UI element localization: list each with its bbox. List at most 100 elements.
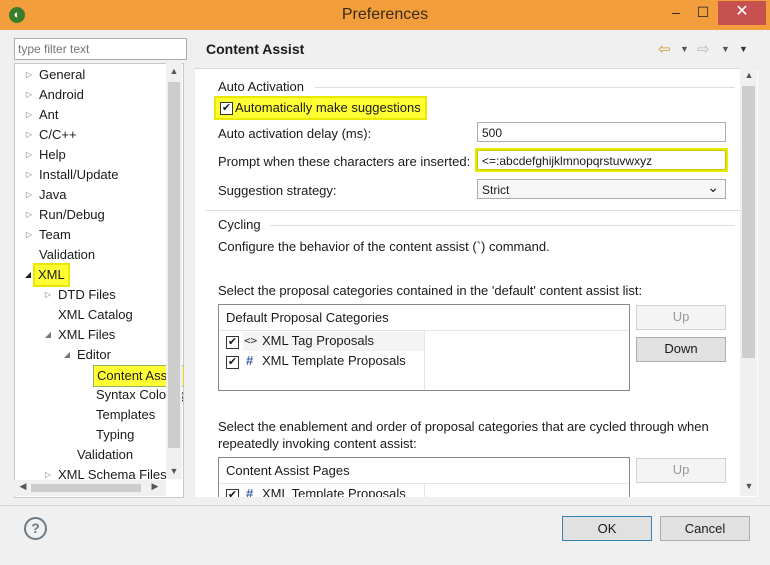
column-divider [424, 483, 425, 497]
list-item[interactable]: XML Template Proposals [262, 353, 406, 368]
collapse-arrow-icon[interactable] [81, 405, 91, 425]
collapse-arrow-icon[interactable] [81, 385, 91, 405]
tree-item-label: Run/Debug [39, 207, 105, 222]
tree-item[interactable]: Validation [15, 445, 167, 465]
tree-item[interactable]: ▷ Run/Debug [15, 205, 167, 225]
view-menu-icon[interactable]: ▼ [739, 44, 748, 54]
tree-item[interactable]: ▷ Ant [15, 105, 167, 125]
collapse-arrow-icon[interactable] [62, 445, 72, 465]
scroll-left-icon[interactable]: ◀ [16, 481, 30, 492]
chevron-down-icon: ⌄ [707, 179, 719, 195]
tree-item[interactable]: Syntax Coloring [15, 385, 183, 405]
column-divider [424, 330, 425, 390]
tree-item[interactable]: ◢ Editor [15, 345, 167, 365]
footer-divider [0, 505, 770, 506]
tree-hscroll-thumb[interactable] [31, 484, 141, 492]
tree-item[interactable]: ▷ DTD Files [15, 285, 167, 305]
tree-item[interactable]: ◢ XML [15, 265, 167, 285]
scroll-down-icon[interactable]: ▼ [742, 481, 756, 491]
page-content: Auto Activation ✔ Automatically make sug… [195, 69, 740, 497]
row-checkbox[interactable]: ✔ [226, 489, 239, 497]
collapse-arrow-icon[interactable] [81, 365, 91, 385]
list-item[interactable]: XML Tag Proposals [262, 333, 374, 348]
auto-suggest-label[interactable]: Automatically make suggestions [235, 100, 421, 115]
tree-item[interactable]: Templates [15, 405, 167, 425]
tree-item[interactable]: ▷ C/C++ [15, 125, 167, 145]
tree-scroll-thumb[interactable] [168, 82, 180, 448]
filter-input[interactable] [14, 38, 187, 60]
collapse-arrow-icon[interactable] [43, 305, 53, 325]
template-icon: # [246, 486, 254, 497]
expand-arrow-icon[interactable]: ▷ [24, 185, 34, 205]
delay-label: Auto activation delay (ms): [218, 126, 372, 141]
tree-item[interactable]: ▷ Team [15, 225, 167, 245]
row-checkbox[interactable]: ✔ [226, 336, 239, 349]
back-icon[interactable]: ⇦ [658, 40, 671, 58]
minimize-button[interactable]: – [663, 1, 689, 25]
group-separator [205, 210, 740, 211]
content-assist-page: Auto Activation ✔ Automatically make sug… [195, 68, 758, 497]
tree-item[interactable]: ◢ XML Files [15, 325, 167, 345]
tree-item[interactable]: XML Catalog [15, 305, 167, 325]
tree-item-label: C/C++ [39, 127, 77, 142]
scroll-down-icon[interactable]: ▼ [167, 466, 181, 476]
list-item[interactable]: XML Template Proposals [262, 486, 406, 497]
expand-arrow-icon[interactable]: ▷ [24, 125, 34, 145]
expand-arrow-icon[interactable]: ▷ [24, 225, 34, 245]
maximize-button[interactable]: ☐ [690, 1, 716, 25]
group-divider [315, 87, 735, 88]
collapse-arrow-icon[interactable]: ◢ [43, 325, 53, 345]
default-list-label: Select the proposal categories contained… [218, 283, 643, 298]
tree-item[interactable]: ▷ Help [15, 145, 167, 165]
expand-arrow-icon[interactable]: ▷ [24, 165, 34, 185]
ok-button[interactable]: OK [562, 516, 652, 541]
tree-item-label: DTD Files [58, 287, 116, 302]
default-categories-list[interactable]: Default Proposal Categories ✔ <> XML Tag… [218, 304, 630, 391]
down-button[interactable]: Down [636, 337, 726, 362]
collapse-arrow-icon[interactable] [24, 245, 34, 265]
expand-arrow-icon[interactable]: ▷ [24, 85, 34, 105]
strategy-select[interactable]: Strict ⌄ [477, 179, 726, 199]
collapse-arrow-icon[interactable] [81, 425, 91, 445]
collapse-arrow-icon[interactable]: ◢ [62, 345, 72, 365]
cycling-group-title: Cycling [218, 217, 261, 232]
tree-item[interactable]: ▷ Install/Update [15, 165, 167, 185]
tree-item-label: General [39, 67, 86, 82]
forward-dropdown-icon[interactable]: ▼ [721, 44, 730, 54]
expand-arrow-icon[interactable]: ▷ [24, 205, 34, 225]
tree-item[interactable]: Content Assist [15, 365, 183, 387]
up-button-2[interactable]: Up [636, 458, 726, 483]
expand-arrow-icon[interactable]: ▷ [43, 285, 53, 305]
tree-item-label: Editor [77, 347, 111, 362]
tree-item-label: Typing [96, 427, 135, 442]
tree-item[interactable]: ▷ Android [15, 85, 167, 105]
scroll-up-icon[interactable]: ▲ [167, 66, 181, 76]
auto-suggest-checkbox[interactable]: ✔ [220, 102, 233, 115]
expand-arrow-icon[interactable]: ▷ [24, 65, 34, 85]
tree-item[interactable]: ▷ Java [15, 185, 167, 205]
navigation-toolbar: ⇦ ▼ ⇨ ▼ ▼ [652, 40, 757, 60]
back-dropdown-icon[interactable]: ▼ [680, 44, 689, 54]
scroll-right-icon[interactable]: ▶ [148, 481, 162, 492]
cycling-description: Configure the behavior of the content as… [218, 239, 550, 254]
tree-item-label: Android [39, 87, 84, 102]
scroll-up-icon[interactable]: ▲ [742, 70, 756, 80]
prompt-chars-input[interactable]: <=:abcdefghijklmnopqrstuvwxyz [477, 150, 726, 170]
help-icon[interactable]: ? [24, 517, 47, 540]
tree-item[interactable]: Validation [15, 245, 167, 265]
delay-input[interactable]: 500 [477, 122, 726, 142]
tree-item-label: Java [39, 187, 67, 202]
tree-item[interactable]: Typing [15, 425, 167, 445]
expand-arrow-icon[interactable]: ▷ [24, 145, 34, 165]
up-button[interactable]: Up [636, 305, 726, 330]
forward-icon[interactable]: ⇨ [697, 40, 710, 58]
tree-item[interactable]: ▷ General [15, 65, 167, 85]
close-button[interactable]: ✕ [718, 1, 766, 25]
collapse-arrow-icon[interactable]: ◢ [23, 265, 33, 285]
expand-arrow-icon[interactable]: ▷ [24, 105, 34, 125]
cancel-button[interactable]: Cancel [660, 516, 750, 541]
cycle-list-label-line2: repeatedly invoking content assist: [218, 436, 417, 451]
row-checkbox[interactable]: ✔ [226, 356, 239, 369]
content-assist-pages-list[interactable]: Content Assist Pages ✔ # XML Template Pr… [218, 457, 630, 497]
page-scroll-thumb[interactable] [742, 86, 755, 358]
